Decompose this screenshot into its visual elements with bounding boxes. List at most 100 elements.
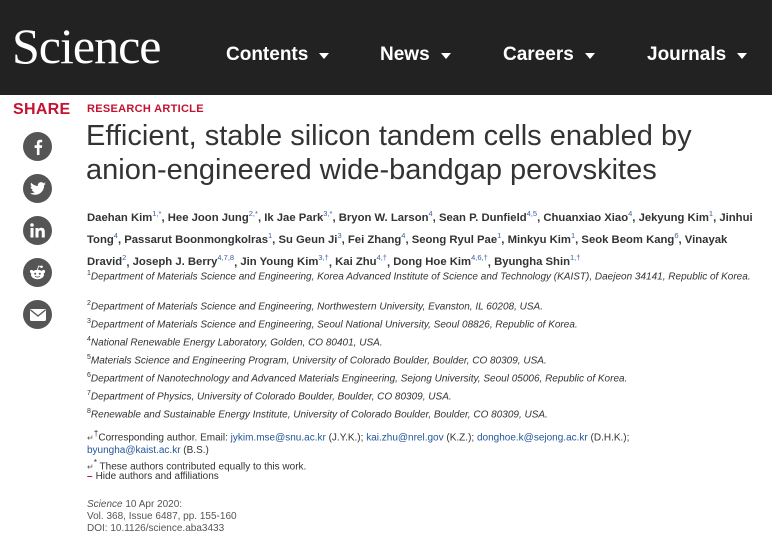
author-name[interactable]: Bryon W. Larson4	[338, 209, 433, 224]
corresponding-lead: Corresponding author. Email:	[98, 432, 231, 444]
author-name[interactable]: Chuanxiao Xiao4	[543, 209, 633, 224]
author-name[interactable]: Ik Jae Park3,*	[264, 209, 333, 224]
author-affiliation-marker: 3	[337, 231, 342, 241]
chevron-down-icon	[440, 53, 451, 59]
pub-date: 10 Apr 2020:	[122, 499, 183, 510]
author-name-text: Daehan Kim	[87, 211, 153, 224]
author-affiliation-marker: 1,†	[570, 253, 581, 263]
reddit-icon	[29, 265, 46, 280]
journal-name: Science	[87, 499, 123, 510]
hide-authors-toggle[interactable]: – Hide authors and affiliations	[87, 471, 219, 482]
author-list: Daehan Kim1,*, Hee Joon Jung2,*, Ik Jae …	[87, 209, 753, 269]
author-affiliation-marker: 4	[113, 231, 118, 241]
site-header: Science Contents News Careers Journals	[0, 0, 772, 95]
author-name-text: Chuanxiao Xiao	[543, 211, 629, 224]
back-arrow-icon[interactable]: ↵	[87, 433, 94, 442]
chevron-down-icon	[319, 53, 330, 59]
email-link[interactable]: kai.zhu@nrel.gov	[366, 432, 443, 443]
chevron-down-icon	[737, 53, 748, 59]
email-link[interactable]: jykim.mse@snu.ac.kr	[231, 432, 326, 443]
affiliation-text: Department of Nanotechnology and Advance…	[90, 373, 628, 385]
author-name[interactable]: Jekyung Kim1	[639, 209, 714, 224]
back-arrow-icon[interactable]: ↵	[87, 462, 94, 471]
author-name[interactable]: Passarut Boonmongkolras1	[124, 231, 273, 247]
email-link[interactable]: byungha@kaist.ac.kr	[87, 445, 181, 456]
author-affiliation-marker: 2	[122, 253, 127, 263]
chevron-down-icon	[584, 53, 595, 59]
author-name[interactable]: Seong Ryul Pae1	[411, 231, 502, 247]
share-label: SHARE	[13, 101, 71, 118]
nav-contents[interactable]: Contents	[226, 44, 330, 66]
author-name-text: Ik Jae Park	[264, 211, 324, 224]
author-name[interactable]: Hee Joon Jung2,*	[167, 209, 258, 224]
initials: (K.Z.);	[443, 432, 477, 444]
affiliation-text: Materials Science and Engineering Progra…	[90, 355, 547, 367]
author-name-text: Seong Ryul Pae	[411, 234, 498, 247]
author-name-text: Su Geun Ji	[278, 234, 338, 247]
author-name[interactable]: Daehan Kim1,*	[87, 209, 162, 224]
author-affiliation-marker: 4	[628, 209, 633, 218]
nav-contents-label: Contents	[226, 44, 309, 65]
reddit-share-button[interactable]	[23, 258, 52, 287]
author-affiliation-marker: 4,†	[376, 253, 387, 263]
author-affiliation-marker: 4,5	[526, 209, 538, 218]
affiliation: 7Department of Physics, University of Co…	[87, 387, 767, 403]
author-affiliation-marker: 4,7,8	[217, 253, 235, 263]
email-link[interactable]: donghoe.k@sejong.ac.kr	[477, 432, 588, 443]
author-name[interactable]: Fei Zhang4	[347, 231, 406, 247]
author-name-text: Fei Zhang	[347, 234, 402, 247]
author-affiliation-marker: 1,*	[152, 209, 162, 218]
nav-news[interactable]: News	[380, 44, 451, 66]
affiliation: 8Renewable and Sustainable Energy Instit…	[87, 405, 767, 421]
author-affiliation-marker: 1	[708, 209, 714, 218]
linkedin-share-button[interactable]	[23, 216, 52, 245]
author-affiliation-marker: 1	[267, 231, 273, 241]
volume-issue: Vol. 368, Issue 6487, pp. 155-160	[87, 511, 237, 522]
doi[interactable]: DOI: 10.1126/science.aba3433	[87, 523, 224, 534]
email-icon	[29, 308, 46, 321]
science-logo[interactable]: Science	[12, 14, 161, 78]
author-name-text: Seok Beom Kang	[581, 234, 675, 247]
affiliation-text: Department of Materials Science and Engi…	[90, 301, 543, 313]
nav-news-label: News	[380, 44, 430, 65]
affiliation: 5Materials Science and Engineering Progr…	[87, 351, 767, 367]
author-affiliation-marker: 1	[497, 231, 502, 241]
facebook-share-button[interactable]	[23, 132, 52, 161]
affiliation-text: Department of Materials Science and Engi…	[90, 271, 751, 283]
author-affiliation-marker: 6	[674, 231, 679, 241]
author-affiliation-marker: 1	[570, 231, 576, 241]
author-affiliation-marker: 4,6,†	[471, 253, 488, 263]
author-name[interactable]: Seok Beom Kang6	[581, 231, 679, 247]
author-name[interactable]: Sean P. Dunfield4,5	[438, 209, 538, 224]
email-share-button[interactable]	[23, 300, 52, 329]
nav-journals[interactable]: Journals	[647, 44, 748, 66]
author-name-text: Sean P. Dunfield	[438, 211, 527, 224]
author-affiliation-marker: 4	[401, 231, 406, 241]
initials: (J.Y.K.);	[325, 432, 367, 444]
author-name-text: Hee Joon Jung	[167, 211, 249, 224]
affiliation-text: Department of Materials Science and Engi…	[90, 319, 578, 331]
citation: Science 10 Apr 2020: Vol. 368, Issue 648…	[87, 499, 237, 535]
affiliation: 1Department of Materials Science and Eng…	[87, 267, 767, 283]
author-name-text: Minkyu Kim	[507, 234, 571, 247]
affiliation-text: Renewable and Sustainable Energy Institu…	[90, 409, 548, 421]
nav-careers-label: Careers	[503, 44, 574, 65]
twitter-icon	[29, 181, 46, 195]
author-affiliation-marker: 3,*	[323, 209, 333, 218]
author-name-text: Bryon W. Larson	[338, 211, 429, 224]
author-name-text: Passarut Boonmongkolras	[124, 234, 268, 247]
author-name[interactable]: Su Geun Ji3	[278, 231, 342, 247]
affiliation-text: National Renewable Energy Laboratory, Go…	[90, 337, 383, 349]
affiliation: 4National Renewable Energy Laboratory, G…	[87, 333, 767, 349]
initials: (B.S.)	[180, 445, 209, 457]
linkedin-icon	[30, 223, 45, 238]
author-name[interactable]: Minkyu Kim1	[507, 231, 576, 247]
twitter-share-button[interactable]	[23, 174, 52, 203]
affiliation-text: Department of Physics, University of Col…	[90, 391, 452, 403]
article-type: RESEARCH ARTICLE	[87, 103, 204, 115]
nav-careers[interactable]: Careers	[503, 44, 595, 66]
article-title: Efficient, stable silicon tandem cells e…	[86, 120, 692, 186]
affiliation: 2Department of Materials Science and Eng…	[87, 297, 767, 313]
minus-icon: –	[87, 471, 93, 482]
affiliation: 6Department of Nanotechnology and Advanc…	[87, 369, 767, 385]
